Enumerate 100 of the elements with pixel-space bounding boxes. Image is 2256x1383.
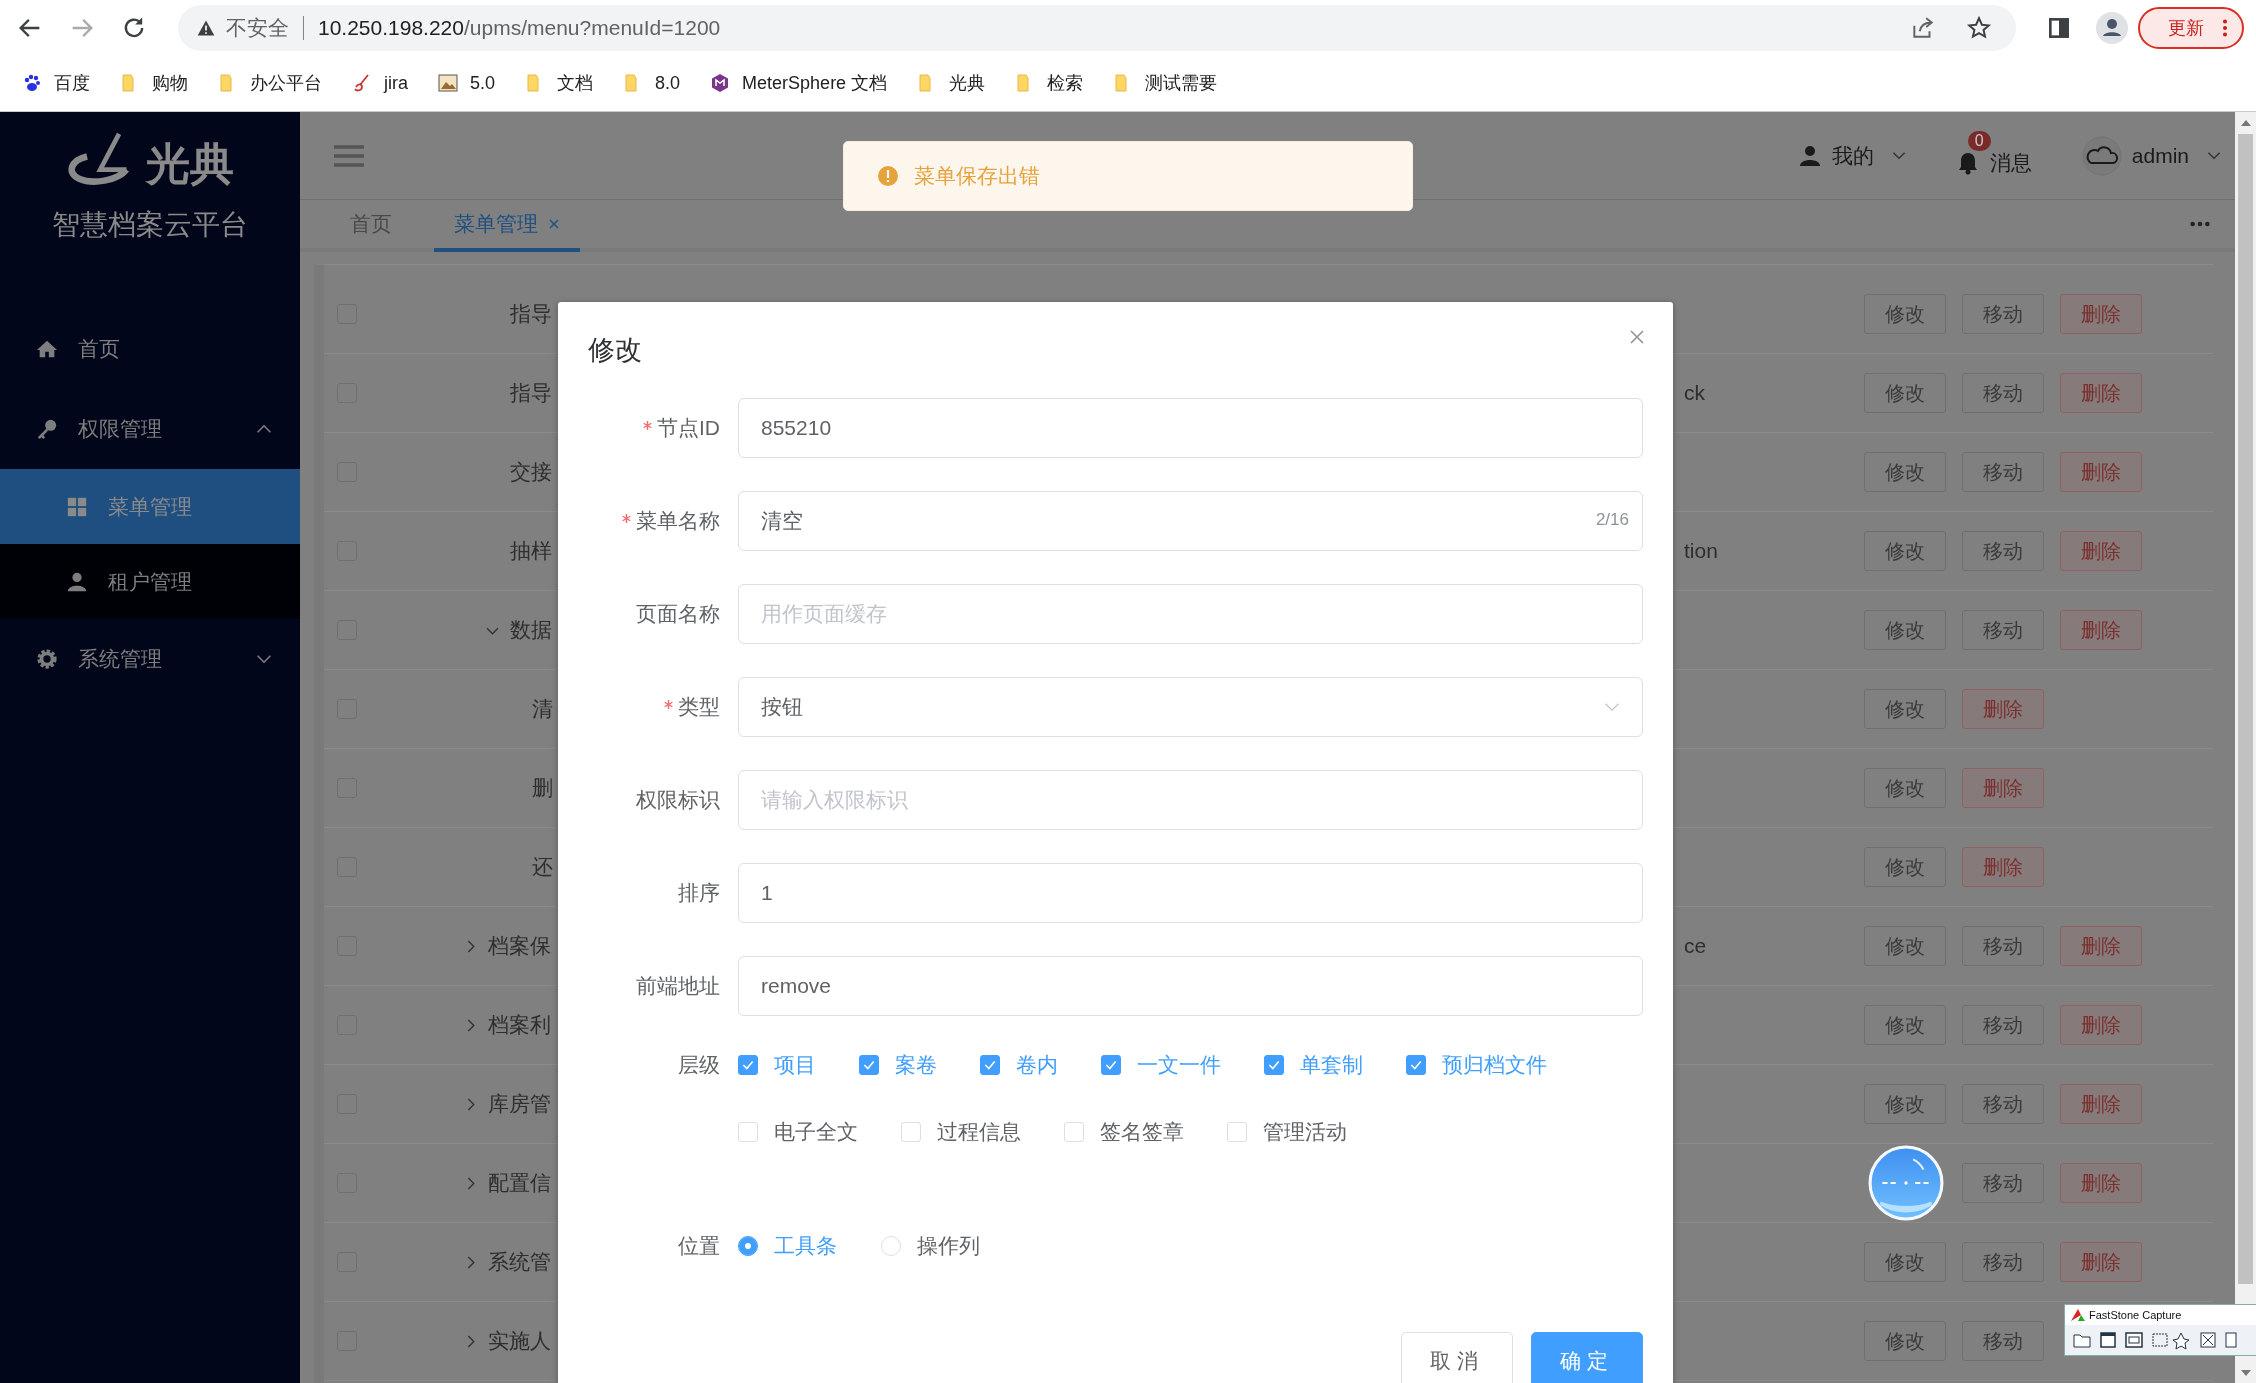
checkbox[interactable]: [738, 1055, 758, 1075]
checkbox[interactable]: [980, 1055, 1000, 1075]
share-icon[interactable]: [1910, 15, 1936, 41]
level-checkbox[interactable]: 卷内: [980, 1049, 1058, 1081]
row-action-button[interactable]: 删除: [2060, 1005, 2142, 1045]
row-action-button[interactable]: 删除: [2060, 531, 2142, 571]
checkbox[interactable]: [1101, 1055, 1121, 1075]
row-action-button[interactable]: 修改: [1864, 1084, 1946, 1124]
row-action-button[interactable]: 修改: [1864, 926, 1946, 966]
bookmark[interactable]: jira: [352, 72, 408, 94]
level-checkbox[interactable]: 单套制: [1264, 1049, 1363, 1081]
row-action-button[interactable]: 删除: [2060, 373, 2142, 413]
row-action-button[interactable]: 删除: [2060, 926, 2142, 966]
row-action-button[interactable]: 修改: [1864, 1321, 1946, 1361]
row-action-button[interactable]: 修改: [1864, 373, 1946, 413]
row-action-button[interactable]: 删除: [1962, 768, 2044, 808]
level-checkbox[interactable]: 预归档文件: [1406, 1049, 1547, 1081]
more-icon[interactable]: [2189, 221, 2211, 227]
row-action-button[interactable]: 移动: [1962, 373, 2044, 413]
bookmark[interactable]: 8.0: [623, 72, 681, 94]
row-action-button[interactable]: 移动: [1962, 1163, 2044, 1203]
level-checkbox[interactable]: 管理活动: [1227, 1116, 1347, 1148]
menu-icon[interactable]: [334, 143, 364, 168]
row-action-button[interactable]: 删除: [2060, 1084, 2142, 1124]
side-panel-icon[interactable]: [2046, 15, 2072, 41]
row-action-button[interactable]: 修改: [1864, 294, 1946, 334]
update-button[interactable]: 更新: [2138, 7, 2244, 49]
row-action-button[interactable]: 移动: [1962, 1321, 2044, 1361]
input-field[interactable]: 用作页面缓存: [738, 584, 1643, 644]
row-action-button[interactable]: 删除: [2060, 294, 2142, 334]
row-action-button[interactable]: 删除: [2060, 610, 2142, 650]
input-field[interactable]: remove: [738, 956, 1643, 1016]
menu-item[interactable]: 系统管理: [0, 619, 300, 699]
bookmark[interactable]: 购物: [120, 71, 188, 95]
row-action-button[interactable]: 删除: [2060, 1242, 2142, 1282]
radio[interactable]: [738, 1236, 758, 1256]
row-action-button[interactable]: 移动: [1962, 926, 2044, 966]
level-checkbox[interactable]: 电子全文: [738, 1116, 858, 1148]
row-action-button[interactable]: 删除: [1962, 689, 2044, 729]
checkbox[interactable]: [1406, 1055, 1426, 1075]
menu-item[interactable]: 菜单管理: [0, 469, 300, 544]
level-checkbox[interactable]: 项目: [738, 1049, 816, 1081]
field-label: 节点ID: [657, 415, 720, 441]
close-icon[interactable]: [548, 218, 560, 230]
row-action-button[interactable]: 修改: [1864, 452, 1946, 492]
checkbox[interactable]: [1264, 1055, 1284, 1075]
bookmark[interactable]: 光典: [917, 71, 986, 95]
level-checkbox[interactable]: 案卷: [859, 1049, 937, 1081]
row-action-button[interactable]: 删除: [2060, 452, 2142, 492]
level-checkbox[interactable]: 签名签章: [1064, 1116, 1184, 1148]
row-action-button[interactable]: 删除: [1962, 847, 2044, 887]
level-checkbox[interactable]: 一文一件: [1101, 1049, 1221, 1081]
scrollbar[interactable]: [2235, 112, 2256, 1383]
bookmark[interactable]: 办公平台: [218, 71, 322, 95]
checkbox[interactable]: [859, 1055, 879, 1075]
bookmark[interactable]: 5.0: [438, 72, 496, 94]
row-action-button[interactable]: 移动: [1962, 1084, 2044, 1124]
row-action-button[interactable]: 移动: [1962, 531, 2044, 571]
row-action-button[interactable]: 修改: [1864, 847, 1946, 887]
level-checkbox[interactable]: 过程信息: [901, 1116, 1021, 1148]
field-label: 页面名称: [636, 601, 720, 627]
star-icon[interactable]: [1966, 15, 1992, 41]
confirm-button[interactable]: 确定: [1531, 1332, 1643, 1383]
row-action-button[interactable]: 移动: [1962, 452, 2044, 492]
row-action-button[interactable]: 移动: [1962, 1242, 2044, 1282]
position-radio[interactable]: 工具条: [738, 1232, 837, 1260]
my-menu[interactable]: 我的: [1797, 141, 1906, 170]
scroll-thumb[interactable]: [2238, 134, 2253, 1284]
row-action-button[interactable]: 修改: [1864, 768, 1946, 808]
bookmark[interactable]: 测试需要: [1113, 71, 1218, 95]
close-icon[interactable]: [1629, 329, 1645, 345]
row-action-button[interactable]: 修改: [1864, 1005, 1946, 1045]
row-action-button[interactable]: 删除: [2060, 1163, 2142, 1203]
page-tab[interactable]: 菜单管理: [434, 200, 580, 252]
row-action-button[interactable]: 修改: [1864, 689, 1946, 729]
scroll-down-icon[interactable]: [2240, 1370, 2251, 1376]
menu-item[interactable]: 首页: [0, 309, 300, 389]
row-action-button[interactable]: 修改: [1864, 1242, 1946, 1282]
row-action-button[interactable]: 移动: [1962, 1005, 2044, 1045]
row-action-button[interactable]: 修改: [1864, 610, 1946, 650]
row-action-button[interactable]: 移动: [1962, 294, 2044, 334]
input-field[interactable]: 855210: [738, 398, 1643, 458]
bookmark[interactable]: MeterSphere 文档: [710, 71, 888, 95]
bookmark[interactable]: 文档: [525, 71, 594, 95]
position-radio[interactable]: 操作列: [881, 1232, 980, 1260]
bookmark[interactable]: 检索: [1015, 71, 1084, 95]
address-bar[interactable]: 不安全 10.250.198.220/upms/menu?menuId=1200: [178, 5, 2016, 51]
row-action-button[interactable]: 移动: [1962, 610, 2044, 650]
floating-ball-icon[interactable]: [1868, 1145, 1944, 1221]
row-action-button[interactable]: 修改: [1864, 531, 1946, 571]
menu-item[interactable]: 租户管理: [0, 544, 300, 619]
type-select[interactable]: 按钮: [738, 677, 1643, 737]
input-field[interactable]: 请输入权限标识: [738, 770, 1643, 830]
menu-item[interactable]: 权限管理: [0, 389, 300, 469]
bookmark[interactable]: 百度: [22, 71, 90, 95]
user-menu[interactable]: admin: [2081, 135, 2221, 176]
profile-icon[interactable]: [2096, 12, 2128, 44]
scroll-up-icon[interactable]: [2240, 120, 2251, 126]
input-field[interactable]: 1: [738, 863, 1643, 923]
cancel-button[interactable]: 取消: [1401, 1332, 1513, 1383]
